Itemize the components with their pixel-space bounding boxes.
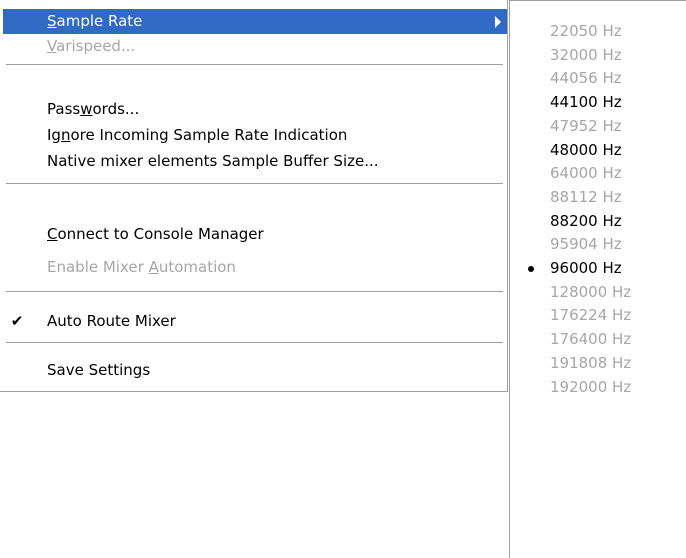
- sample-rate-option[interactable]: 88200 Hz: [510, 209, 686, 233]
- sample-rate-option-label: 192000 Hz: [550, 378, 632, 396]
- sample-rate-option-label: 47952 Hz: [550, 117, 622, 135]
- checkmark-icon: ✔: [10, 312, 24, 330]
- sample-rate-option[interactable]: 95904 Hz: [510, 232, 686, 256]
- menu-item-varispeed[interactable]: Varispeed...: [3, 34, 507, 59]
- submenu-arrow-icon: [495, 16, 501, 28]
- menu-separator: [6, 342, 503, 344]
- menu-item-connect-console-manager[interactable]: Connect to Console Manager: [3, 222, 507, 247]
- passwords-label: Passwords...: [47, 100, 140, 118]
- menu-separator: [6, 64, 503, 66]
- auto-route-label: Auto Route Mixer: [47, 312, 176, 330]
- sample-rate-option-label: 22050 Hz: [550, 22, 622, 40]
- sample-rate-option-label: 176400 Hz: [550, 330, 632, 348]
- menu-separator: [6, 291, 503, 293]
- sample-rate-option-label: 95904 Hz: [550, 235, 622, 253]
- sample-rate-option[interactable]: 191808 Hz: [510, 351, 686, 375]
- menu-item-enable-mixer-automation[interactable]: Enable Mixer Automation: [3, 255, 507, 280]
- menu-item-passwords[interactable]: Passwords...: [3, 97, 507, 122]
- sample-rate-option[interactable]: 96000 Hz: [510, 256, 686, 280]
- menu-item-ignore-incoming-sample-rate[interactable]: Ignore Incoming Sample Rate Indication: [3, 123, 507, 148]
- context-menu: Sample Rate Varispeed... Passwords... Ig…: [0, 0, 508, 392]
- sample-rate-option-label: 48000 Hz: [550, 141, 622, 159]
- sample-rate-option-label: 96000 Hz: [550, 259, 622, 277]
- enable-automation-label: Enable Mixer Automation: [47, 258, 236, 276]
- connect-console-label: Connect to Console Manager: [47, 225, 264, 243]
- sample-rate-option[interactable]: 44100 Hz: [510, 90, 686, 114]
- sample-rate-option[interactable]: 192000 Hz: [510, 375, 686, 399]
- sample-rate-option-label: 64000 Hz: [550, 164, 622, 182]
- menu-item-native-mixer-buffer-size[interactable]: Native mixer elements Sample Buffer Size…: [3, 149, 507, 174]
- sample-rate-option[interactable]: 176400 Hz: [510, 327, 686, 351]
- menu-item-save-settings[interactable]: Save Settings: [3, 358, 507, 383]
- sample-rate-option-label: 44056 Hz: [550, 69, 622, 87]
- sample-rate-option[interactable]: 47952 Hz: [510, 114, 686, 138]
- sample-rate-option-label: 128000 Hz: [550, 283, 632, 301]
- sample-rate-option[interactable]: 176224 Hz: [510, 303, 686, 327]
- varispeed-label: Varispeed...: [47, 37, 136, 55]
- sample-rate-option[interactable]: 128000 Hz: [510, 280, 686, 304]
- sample-rate-option-label: 88112 Hz: [550, 188, 622, 206]
- menu-separator: [6, 183, 503, 185]
- sample-rate-option[interactable]: 64000 Hz: [510, 161, 686, 185]
- sample-rate-option-label: 32000 Hz: [550, 46, 622, 64]
- sample-rate-option-label: 44100 Hz: [550, 93, 622, 111]
- sample-rate-option-label: 191808 Hz: [550, 354, 632, 372]
- sample-rate-option[interactable]: 44056 Hz: [510, 66, 686, 90]
- sample-rate-option-label: 88200 Hz: [550, 212, 622, 230]
- sample-rate-option[interactable]: 22050 Hz: [510, 19, 686, 43]
- sample-rate-option[interactable]: 32000 Hz: [510, 43, 686, 67]
- menu-item-sample-rate[interactable]: Sample Rate: [3, 9, 507, 34]
- selected-bullet-icon: [528, 266, 534, 272]
- sample-rate-option-label: 176224 Hz: [550, 306, 632, 324]
- sample-rate-label: Sample Rate: [47, 12, 143, 30]
- sample-rate-submenu: 22050 Hz 32000 Hz 44056 Hz 44100 Hz 47952 Hz…: [509, 0, 686, 558]
- sample-rate-option[interactable]: 88112 Hz: [510, 185, 686, 209]
- menu-item-auto-route-mixer[interactable]: ✔ Auto Route Mixer: [3, 309, 507, 334]
- sample-rate-option[interactable]: 48000 Hz: [510, 138, 686, 162]
- native-mixer-label: Native mixer elements Sample Buffer Size…: [47, 152, 379, 170]
- save-settings-label: Save Settings: [47, 361, 151, 379]
- ignore-incoming-label: Ignore Incoming Sample Rate Indication: [47, 126, 348, 144]
